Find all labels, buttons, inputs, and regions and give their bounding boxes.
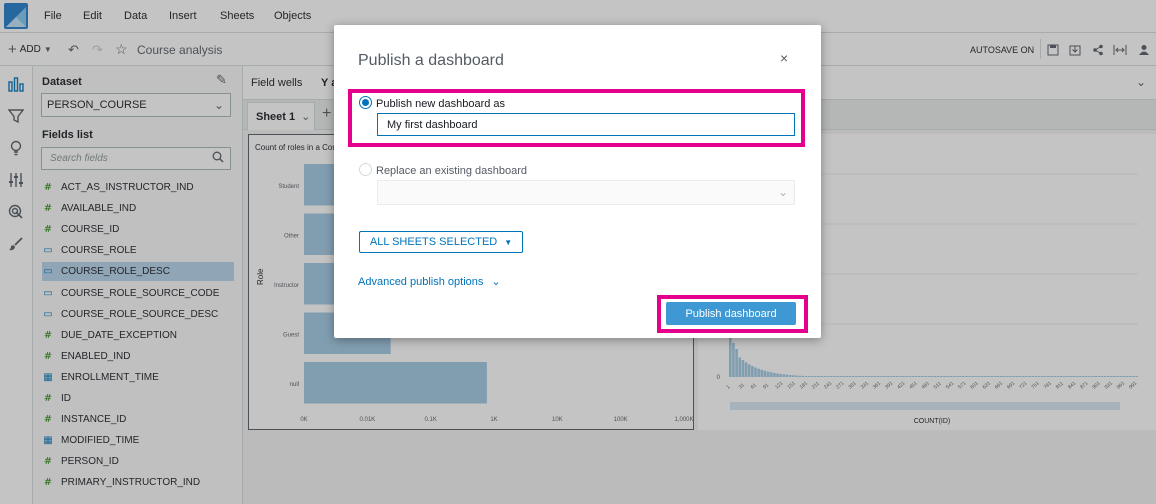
radio-publish-new[interactable] bbox=[359, 96, 372, 109]
dialog-title: Publish a dashboard bbox=[358, 52, 504, 69]
option-replace-label: Replace an existing dashboard bbox=[376, 165, 528, 177]
all-sheets-label: ALL SHEETS SELECTED bbox=[369, 236, 498, 248]
publish-dashboard-button[interactable]: Publish dashboard bbox=[666, 302, 796, 325]
publish-dashboard-dialog: Publish a dashboard × Publish new dashbo… bbox=[334, 25, 821, 338]
chevron-down-icon: ⌄ bbox=[491, 276, 501, 288]
advanced-options-label: Advanced publish options bbox=[358, 275, 484, 288]
close-icon[interactable]: × bbox=[780, 50, 788, 66]
dashboard-name-input[interactable] bbox=[377, 113, 795, 136]
radio-replace-existing[interactable] bbox=[359, 163, 372, 176]
advanced-options-link[interactable]: Advanced publish options ⌄ bbox=[358, 275, 501, 289]
caret-down-icon: ▼ bbox=[504, 237, 513, 247]
chevron-down-icon: ⌄ bbox=[777, 185, 788, 199]
existing-dashboard-select[interactable]: ⌄ bbox=[377, 180, 795, 205]
all-sheets-button[interactable]: ALL SHEETS SELECTED ▼ bbox=[359, 231, 523, 253]
option-new-label: Publish new dashboard as bbox=[376, 98, 506, 110]
publish-dashboard-label: Publish dashboard bbox=[685, 307, 777, 320]
